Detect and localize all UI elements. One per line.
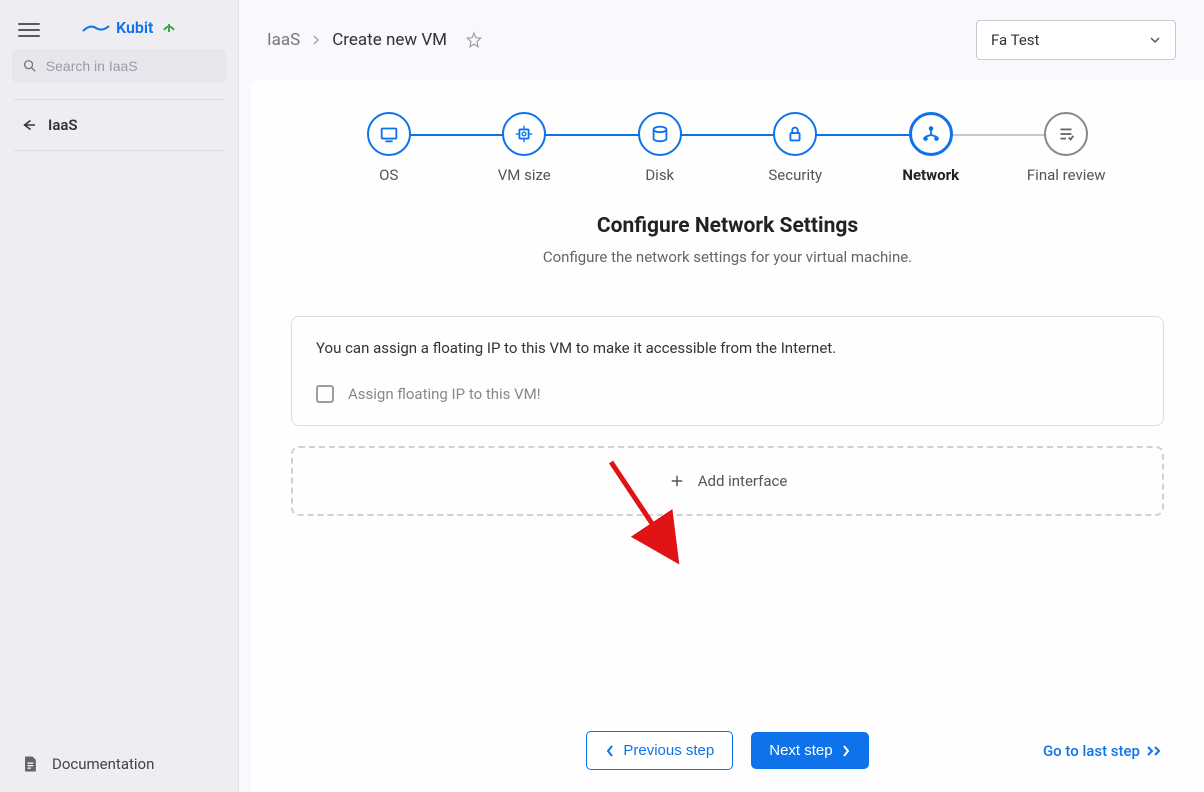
star-icon[interactable] xyxy=(465,31,483,49)
add-interface-label: Add interface xyxy=(698,472,788,490)
content: OS VM size Disk Security Network xyxy=(251,80,1204,792)
step-label: OS xyxy=(379,166,398,184)
secondary-logo-icon xyxy=(161,20,177,36)
next-label: Next step xyxy=(769,742,832,759)
back-navigation[interactable]: IaaS xyxy=(0,106,238,144)
go-to-last-step-link[interactable]: Go to last step xyxy=(1043,742,1164,760)
tenant-selected: Fa Test xyxy=(991,31,1039,49)
next-step-button[interactable]: Next step xyxy=(751,732,868,769)
breadcrumb: IaaS Create new VM xyxy=(267,30,483,50)
cpu-icon xyxy=(513,123,535,145)
step-disk[interactable]: Disk xyxy=(592,112,728,184)
document-icon xyxy=(20,754,40,774)
network-icon xyxy=(920,123,942,145)
floating-ip-card: You can assign a floating IP to this VM … xyxy=(291,316,1164,426)
hamburger-menu-icon[interactable] xyxy=(18,19,40,37)
step-security[interactable]: Security xyxy=(728,112,864,184)
step-network[interactable]: Network xyxy=(863,112,999,184)
disk-icon xyxy=(649,123,671,145)
search-row xyxy=(0,49,238,93)
chevron-right-icon xyxy=(312,34,320,46)
add-interface-button[interactable]: Add interface xyxy=(291,446,1164,516)
step-label: Disk xyxy=(645,166,674,184)
logo-group[interactable]: Kubit xyxy=(82,18,177,37)
step-label: Final review xyxy=(1027,166,1106,184)
wizard-footer: Previous step Next step Go to last step xyxy=(291,731,1164,770)
assign-floating-ip-checkbox[interactable]: Assign floating IP to this VM! xyxy=(316,385,1139,403)
divider xyxy=(14,150,224,151)
topbar: IaaS Create new VM Fa Test xyxy=(239,0,1204,80)
step-label: Network xyxy=(902,166,959,184)
sidebar-header: Kubit xyxy=(0,0,238,49)
arrow-left-icon xyxy=(20,116,38,134)
plus-icon xyxy=(668,472,686,490)
main: IaaS Create new VM Fa Test OS VM size xyxy=(239,0,1204,792)
info-text: You can assign a floating IP to this VM … xyxy=(316,339,1139,357)
step-label: VM size xyxy=(498,166,551,184)
breadcrumb-root[interactable]: IaaS xyxy=(267,30,300,50)
previous-step-button[interactable]: Previous step xyxy=(586,731,733,770)
logo-text: Kubit xyxy=(116,18,153,37)
search-input[interactable] xyxy=(46,58,216,74)
checkbox-box xyxy=(316,385,334,403)
kubit-logo: Kubit xyxy=(82,18,153,37)
sidebar: Kubit IaaS Documentation xyxy=(0,0,239,792)
search-icon xyxy=(22,57,38,75)
double-chevron-right-icon xyxy=(1146,745,1164,757)
step-label: Security xyxy=(768,166,822,184)
checkbox-label: Assign floating IP to this VM! xyxy=(348,385,541,403)
wizard-stepper: OS VM size Disk Security Network xyxy=(291,112,1164,184)
breadcrumb-current: Create new VM xyxy=(332,30,447,50)
chevron-left-icon xyxy=(605,744,615,758)
tenant-selector[interactable]: Fa Test xyxy=(976,20,1176,60)
documentation-label: Documentation xyxy=(52,755,154,773)
os-icon xyxy=(378,123,400,145)
previous-label: Previous step xyxy=(623,742,714,759)
step-vm-size[interactable]: VM size xyxy=(457,112,593,184)
step-final-review[interactable]: Final review xyxy=(999,112,1135,184)
wave-icon xyxy=(82,23,110,33)
divider xyxy=(14,99,224,100)
step-os[interactable]: OS xyxy=(321,112,457,184)
page-title: Configure Network Settings xyxy=(291,214,1164,238)
chevron-right-icon xyxy=(841,744,851,758)
page-description: Configure the network settings for your … xyxy=(291,248,1164,266)
lock-icon xyxy=(784,123,806,145)
search-box[interactable] xyxy=(12,49,226,83)
documentation-link[interactable]: Documentation xyxy=(0,736,238,792)
back-label: IaaS xyxy=(48,116,78,134)
list-check-icon xyxy=(1055,123,1077,145)
chevron-down-icon xyxy=(1149,36,1161,44)
last-label: Go to last step xyxy=(1043,742,1140,760)
